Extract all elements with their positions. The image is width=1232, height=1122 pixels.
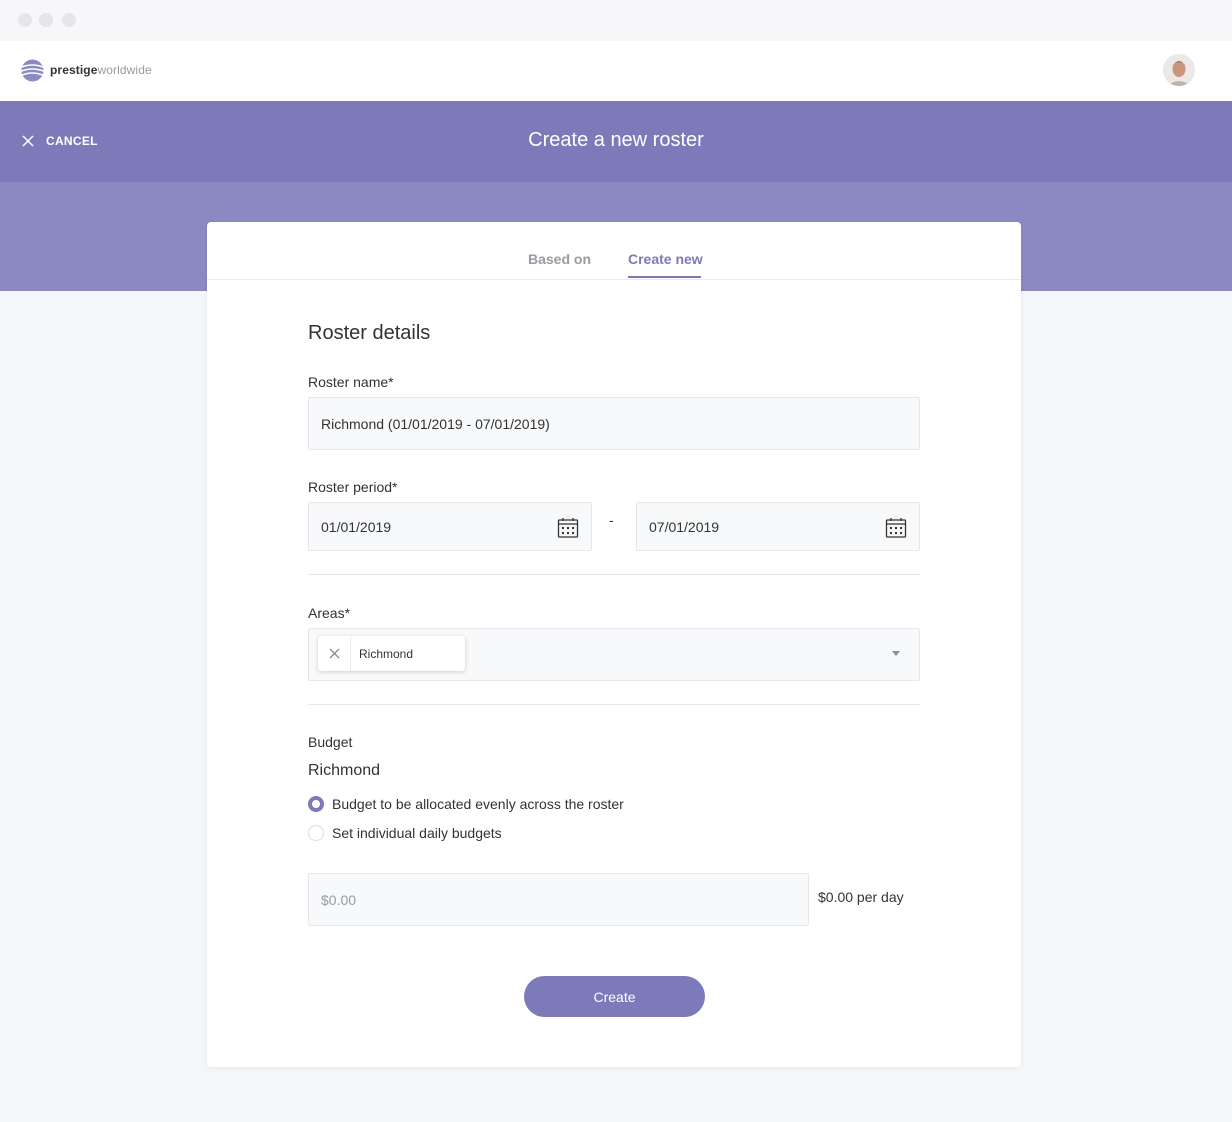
remove-chip-button[interactable] [318, 636, 351, 671]
user-avatar[interactable] [1163, 54, 1195, 86]
radio-selected-icon[interactable] [308, 796, 324, 812]
roster-name-value: Richmond (01/01/2019 - 07/01/2019) [321, 415, 550, 432]
divider [308, 574, 920, 575]
page-header: CANCEL Create a new roster [0, 101, 1232, 182]
start-date-value: 01/01/2019 [321, 518, 392, 535]
window-maximize-dot[interactable] [62, 13, 76, 27]
areas-select[interactable]: Richmond [308, 628, 920, 681]
close-icon [329, 648, 339, 659]
brand-logo[interactable]: prestigeworldwide [20, 57, 152, 83]
calendar-icon[interactable] [557, 517, 579, 539]
globe-logo-icon [21, 59, 44, 81]
roster-period-label: Roster period* [308, 479, 398, 495]
radio-budget-daily[interactable]: Set individual daily budgets [308, 825, 502, 841]
window-close-dot[interactable] [18, 13, 32, 27]
create-button[interactable]: Create [524, 976, 705, 1017]
budget-amount-placeholder: $0.00 [321, 891, 357, 908]
areas-label: Areas* [308, 605, 351, 621]
avatar-portrait-icon [1163, 54, 1195, 86]
area-chip-label: Richmond [359, 646, 414, 661]
page-title: Create a new roster [528, 129, 704, 151]
per-day-amount: $0.00 per day [818, 889, 904, 905]
area-chip: Richmond [318, 636, 465, 671]
section-title: Roster details [308, 322, 431, 344]
radio-budget-daily-label: Set individual daily budgets [332, 825, 502, 841]
app-bar: prestigeworldwide [0, 41, 1232, 101]
tab-create-new[interactable]: Create new [628, 251, 703, 267]
calendar-icon[interactable] [885, 517, 907, 539]
budget-amount-input[interactable]: $0.00 [308, 873, 809, 926]
roster-name-label: Roster name* [308, 374, 394, 390]
window-chrome [0, 0, 1232, 41]
tab-bar: Based on Create new [207, 222, 1021, 280]
active-tab-indicator [628, 276, 701, 278]
divider [308, 704, 920, 705]
budget-label: Budget [308, 734, 353, 750]
roster-name-input[interactable]: Richmond (01/01/2019 - 07/01/2019) [308, 397, 920, 450]
roster-form-card: Based on Create new Roster details Roste… [207, 222, 1021, 1067]
chevron-down-icon[interactable] [892, 651, 900, 656]
brand-name: prestigeworldwide [50, 63, 152, 77]
radio-unselected-icon[interactable] [308, 825, 324, 841]
tab-based-on[interactable]: Based on [528, 251, 591, 267]
end-date-input[interactable]: 07/01/2019 [636, 502, 920, 551]
window-minimize-dot[interactable] [39, 13, 53, 27]
radio-budget-even[interactable]: Budget to be allocated evenly across the… [308, 796, 624, 812]
start-date-input[interactable]: 01/01/2019 [308, 502, 592, 551]
budget-area-name: Richmond [308, 762, 381, 779]
date-range-separator: - [609, 512, 614, 528]
radio-budget-even-label: Budget to be allocated evenly across the… [332, 796, 624, 812]
end-date-value: 07/01/2019 [649, 518, 720, 535]
